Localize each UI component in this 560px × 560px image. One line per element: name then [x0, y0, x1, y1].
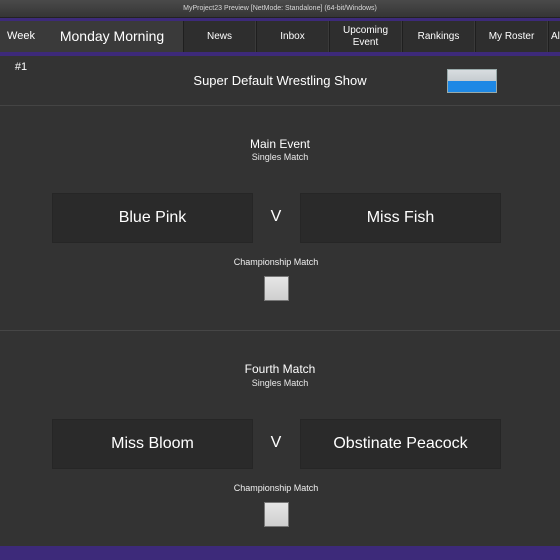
match-type: Singles Match — [251, 152, 309, 162]
nav-all-button[interactable]: All — [548, 21, 560, 52]
match-title: Main Event — [249, 137, 311, 151]
championship-match-label: Championship Match — [233, 257, 319, 267]
wrestler-2-button[interactable]: Obstinate Peacock — [300, 419, 501, 469]
match-divider — [0, 330, 560, 331]
show-header: Super Default Wrestling Show — [0, 57, 560, 106]
nav-rankings-button[interactable]: Rankings — [402, 21, 474, 52]
brand-flag-icon[interactable] — [447, 69, 497, 93]
nav-inbox-button[interactable]: Inbox — [256, 21, 328, 52]
versus-label: V — [270, 434, 282, 451]
week-label: Week #1 — [7, 30, 35, 73]
nav-upcoming-event-button[interactable]: Upcoming Event — [329, 21, 401, 52]
wrestler-2-button[interactable]: Miss Fish — [300, 193, 501, 243]
time-of-day-label: Monday Morning — [59, 28, 165, 44]
top-navigation-bar: Week #1 Monday Morning News Inbox Upcomi… — [0, 18, 560, 73]
match-type: Singles Match — [251, 378, 309, 388]
versus-label: V — [270, 208, 282, 225]
window-titlebar: MyProject23 Preview [NetMode: Standalone… — [0, 0, 560, 18]
nav-my-roster-button[interactable]: My Roster — [475, 21, 547, 52]
match-title: Fourth Match — [244, 362, 316, 376]
nav-news-button[interactable]: News — [183, 21, 255, 52]
championship-match-label: Championship Match — [233, 483, 319, 493]
wrestler-1-button[interactable]: Miss Bloom — [52, 419, 253, 469]
championship-checkbox[interactable] — [264, 502, 289, 527]
window-title: MyProject23 Preview [NetMode: Standalone… — [183, 5, 377, 12]
bottom-accent-bar — [0, 546, 560, 560]
wrestler-1-button[interactable]: Blue Pink — [52, 193, 253, 243]
championship-checkbox[interactable] — [264, 276, 289, 301]
